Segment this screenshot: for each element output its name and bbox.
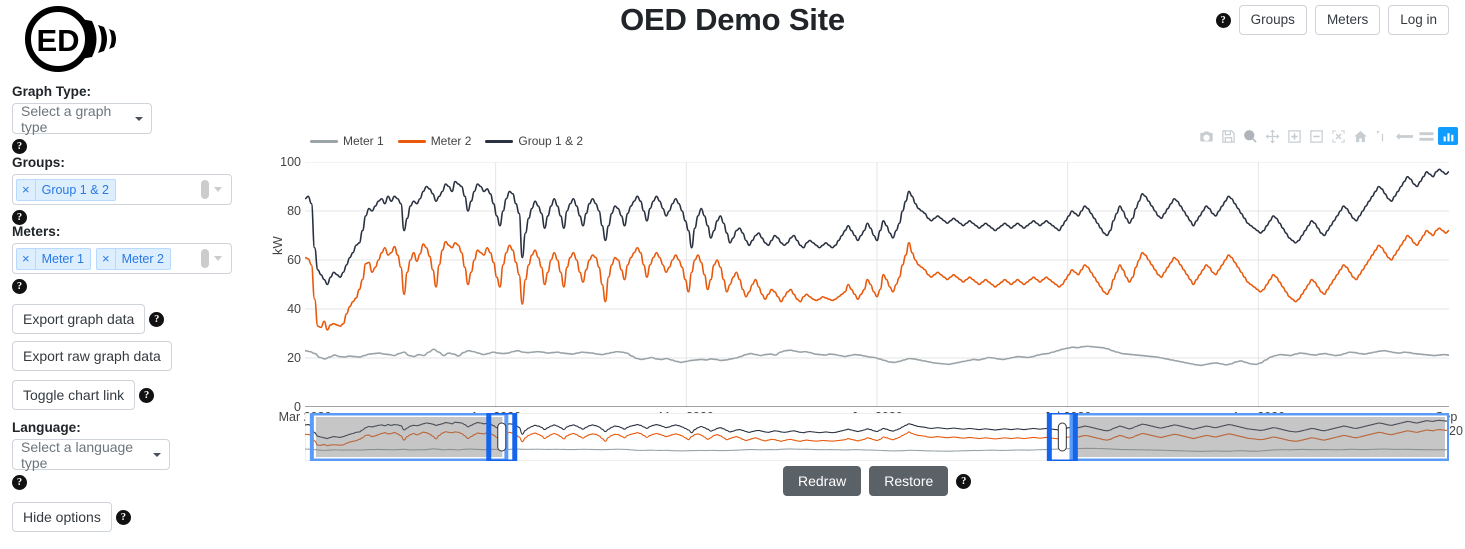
graph-type-section: Graph Type: Select a graph type ? (12, 84, 152, 154)
range-slider-mask (315, 417, 503, 457)
groups-multiselect[interactable]: × Group 1 & 2 (12, 174, 232, 205)
redraw-button[interactable]: Redraw (783, 466, 862, 496)
chevron-down-icon[interactable] (214, 187, 222, 192)
legend-item-group[interactable]: Group 1 & 2 (485, 134, 583, 148)
chip-label: Group 1 & 2 (41, 182, 109, 197)
language-label: Language: (12, 420, 81, 435)
plotly-modebar (1196, 127, 1458, 145)
meters-chip[interactable]: × Meter 2 (95, 247, 171, 270)
chip-remove-icon[interactable]: × (17, 179, 36, 200)
save-disk-icon[interactable] (1218, 127, 1238, 145)
language-section: Language: Select a language type ? (12, 420, 170, 490)
graph-type-help-icon[interactable]: ? (12, 139, 27, 154)
export-graph-row: Export graph data ? (12, 304, 165, 334)
zoom-out-icon[interactable] (1306, 127, 1326, 145)
legend-swatch (397, 139, 426, 143)
hide-options-help-icon[interactable]: ? (115, 509, 131, 525)
chip-label: Meter 1 (41, 251, 84, 266)
header-actions: ? Groups Meters Log in (1215, 5, 1449, 36)
graph-type-select[interactable]: Select a graph type (12, 102, 152, 135)
toggle-link-row: Toggle chart link ? (12, 380, 155, 410)
y-tick-label: 100 (280, 155, 301, 169)
chip-remove-icon[interactable]: × (97, 248, 116, 269)
legend-swatch (310, 139, 338, 143)
meters-chips: × Meter 1 × Meter 2 (16, 247, 198, 270)
meters-section: Meters: × Meter 1 × Meter 2 ? (12, 224, 232, 294)
toggle-link-help-icon[interactable]: ? (139, 387, 155, 403)
range-slider-help-icon[interactable]: ? (956, 473, 972, 489)
groups-help-icon[interactable]: ? (12, 210, 27, 225)
oed-logo: ED (8, 5, 123, 73)
hover-compare-icon[interactable] (1416, 127, 1436, 145)
range-slider-mask (1075, 417, 1445, 457)
y-tick-label: 80 (287, 204, 301, 218)
nav-meters-button[interactable]: Meters (1314, 5, 1381, 36)
select-separator (201, 249, 209, 268)
camera-icon[interactable] (1196, 127, 1216, 145)
range-slider[interactable] (305, 413, 1449, 461)
nav-login-button[interactable]: Log in (1388, 5, 1449, 36)
autoscale-icon[interactable] (1328, 127, 1348, 145)
meters-label: Meters: (12, 224, 61, 239)
legend-swatch (485, 139, 514, 143)
home-reset-axes-icon[interactable] (1350, 127, 1370, 145)
chevron-down-icon (153, 452, 161, 457)
toggle-chart-link-button[interactable]: Toggle chart link (12, 380, 136, 410)
legend-label: Meter 2 (430, 134, 472, 148)
toggle-spike-lines-icon[interactable] (1372, 127, 1392, 145)
groups-section: Groups: × Group 1 & 2 ? (12, 155, 232, 225)
language-select[interactable]: Select a language type (12, 438, 170, 471)
meters-chip[interactable]: × Meter 1 (16, 247, 91, 270)
chart-container: Meter 1 Meter 2 Group 1 & 2 kW 0 20 40 60 80… (265, 120, 1463, 496)
export-raw-graph-data-button[interactable]: Export raw graph data (12, 341, 172, 371)
y-tick-label: 20 (287, 351, 301, 365)
nav-groups-button[interactable]: Groups (1238, 5, 1307, 36)
sidebar: ED Graph Type: Select a graph type ? Gro… (0, 0, 280, 549)
chevron-down-icon[interactable] (214, 256, 222, 261)
y-tick-label: 60 (287, 253, 301, 267)
groups-chips: × Group 1 & 2 (16, 178, 198, 201)
hide-options-row: Hide options ? (12, 502, 131, 532)
groups-label: Groups: (12, 155, 65, 170)
pan-arrows-icon[interactable] (1262, 127, 1282, 145)
range-slider-buttons: Redraw Restore ? (783, 466, 972, 496)
zoom-in-icon[interactable] (1284, 127, 1304, 145)
language-value: Select a language type (21, 438, 134, 471)
legend-label: Group 1 & 2 (518, 134, 584, 148)
chart-plot-area[interactable] (305, 162, 1449, 407)
chip-label: Meter 2 (121, 251, 164, 266)
y-tick-label: 40 (287, 302, 301, 316)
chevron-down-icon (135, 116, 143, 121)
legend-item-meter2[interactable]: Meter 2 (397, 134, 472, 148)
graph-type-value: Select a graph type (21, 102, 112, 135)
bar-chart-toggle-icon[interactable] (1438, 127, 1458, 145)
zoom-box-icon[interactable] (1240, 127, 1260, 145)
export-graph-data-button[interactable]: Export graph data (12, 304, 146, 334)
hover-closest-icon[interactable] (1394, 127, 1414, 145)
legend-label: Meter 1 (343, 134, 384, 148)
export-graph-help-icon[interactable]: ? (149, 311, 165, 327)
graph-type-label: Graph Type: (12, 84, 92, 99)
chart-legend: Meter 1 Meter 2 Group 1 & 2 (310, 134, 583, 148)
groups-chip[interactable]: × Group 1 & 2 (16, 178, 116, 201)
help-circle-icon[interactable]: ? (1215, 12, 1231, 28)
meters-multiselect[interactable]: × Meter 1 × Meter 2 (12, 243, 232, 274)
chip-remove-icon[interactable]: × (17, 248, 36, 269)
page-root: OED Demo Site ? Groups Meters Log in ED … (0, 0, 1465, 549)
y-axis-label: kW (270, 236, 285, 255)
language-help-icon[interactable]: ? (12, 475, 27, 490)
meters-help-icon[interactable]: ? (12, 279, 27, 294)
select-separator (201, 180, 209, 199)
hide-options-button[interactable]: Hide options (12, 502, 112, 532)
logo-text: ED (36, 23, 79, 58)
legend-item-meter1[interactable]: Meter 1 (310, 134, 384, 148)
export-raw-row: Export raw graph data (12, 341, 172, 371)
restore-button[interactable]: Restore (869, 466, 949, 496)
